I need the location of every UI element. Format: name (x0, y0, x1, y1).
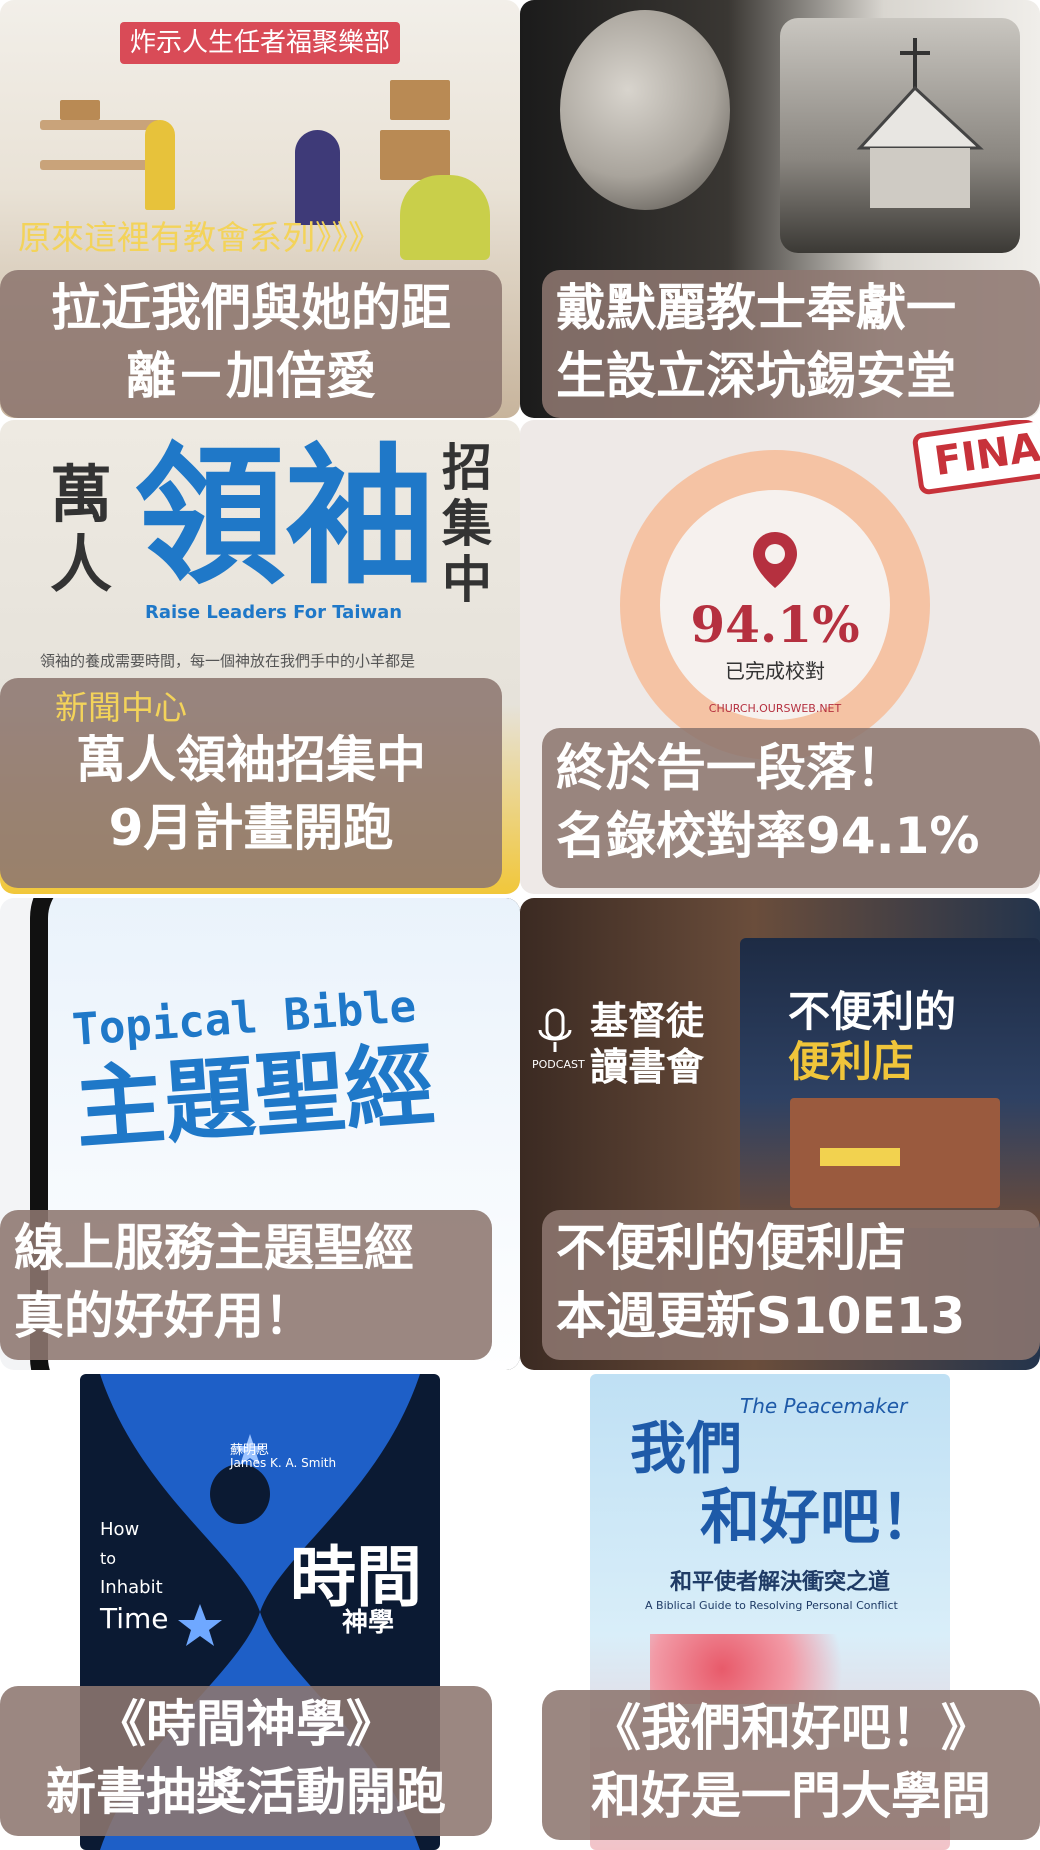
shelf (40, 160, 160, 170)
article-card-topical-bible[interactable]: Topical Bible 主題聖經 線上服務主題聖經 真的好好用！ (0, 898, 520, 1370)
book-subtitle: 和平使者解決衝突之道 (670, 1570, 891, 1595)
book-subtitle-en: A Biblical Guide to Resolving Personal C… (645, 1599, 898, 1612)
article-card-directory-progress[interactable]: 94.1% 已完成校對 CHURCH.OURSWEB.NET FINAL 終於告… (520, 420, 1040, 894)
poster-body-text: 領袖的養成需要時間，每一個神放在我們手中的小羊都是 (40, 652, 416, 670)
caption-line-2: 名錄校對率94.1% (556, 807, 980, 865)
book-cover: 不便利的 便利店 (740, 938, 1040, 1228)
book-en-title-1: How (100, 1519, 140, 1540)
book-en-title: The Peacemaker (740, 1394, 908, 1418)
portrait-photo (560, 10, 730, 210)
book-title-line-2: 和好吧！ (700, 1483, 940, 1553)
progress-value: 94.1% (690, 595, 860, 654)
caption-line-1: 萬人領袖招集中 (76, 731, 426, 789)
poster-word-right: 招集中 (442, 439, 492, 609)
book-en-title-4: Time (100, 1602, 169, 1635)
caption-line-2: 生設立深坑錫安堂 (556, 347, 956, 405)
caption-line-1: 戴默麗教士奉獻一 (556, 279, 956, 337)
category-tag: 新聞中心 (55, 688, 187, 727)
article-card-missionary[interactable]: 戴默麗教士奉獻一 生設立深坑錫安堂 (520, 0, 1040, 418)
podcast-title-line-2: 讀書會 (590, 1044, 705, 1089)
caption-line-2: 9月計畫開跑 (108, 799, 394, 857)
supply-box (380, 130, 450, 180)
article-caption: 戴默麗教士奉獻一 生設立深坑錫安堂 (542, 270, 1040, 418)
supply-box (390, 80, 450, 120)
supply-box (60, 100, 100, 120)
caption-line-2: 和好是一門大學問 (591, 1767, 991, 1825)
shelf (40, 120, 160, 130)
article-card-leaders[interactable]: 萬人 領袖 招集中 Raise Leaders For Taiwan 領袖的養成… (0, 420, 520, 894)
caption-line-1: 不便利的便利店 (556, 1219, 906, 1277)
poster-word-left: 萬人 (50, 458, 113, 601)
progress-label: 已完成校對 (725, 659, 825, 683)
site-url: CHURCH.OURSWEB.NET (708, 702, 842, 715)
caption-line-2: 真的好好用！ (14, 1287, 314, 1345)
caption-line-1: 拉近我們與她的距 (51, 279, 451, 337)
article-caption: 拉近我們與她的距 離－加倍愛 (0, 270, 502, 418)
book-author-en: James K. A. Smith (230, 1456, 337, 1470)
caption-line-1: 終於告一段落！ (556, 739, 906, 797)
church-photo (780, 18, 1020, 253)
article-grid: 炸示人生任者福聚樂部 原來這裡有教會系列》》》 拉近我們與她的距 離－加倍愛 戴… (0, 0, 1040, 1850)
store-sign (820, 1148, 900, 1166)
article-caption: 終於告一段落！ 名錄校對率94.1% (542, 728, 1040, 888)
podcast-label: PODCAST (532, 1058, 585, 1071)
microphone-icon (538, 1008, 572, 1052)
article-card-time-theology[interactable]: 蘇明思 James K. A. Smith How to Inhabit Tim… (0, 1374, 520, 1850)
volunteer-figure (400, 175, 490, 260)
article-card-food-bank[interactable]: 炸示人生任者福聚樂部 原來這裡有教會系列》》》 拉近我們與她的距 離－加倍愛 (0, 0, 520, 418)
hall-banner: 炸示人生任者福聚樂部 (120, 22, 401, 64)
article-caption: 《時間神學》 新書抽獎活動開跑 (0, 1686, 492, 1836)
volunteer-figure (145, 120, 175, 210)
article-caption: 不便利的便利店 本週更新S10E13 (542, 1210, 1040, 1360)
caption-line-1: 《時間神學》 (96, 1695, 396, 1753)
church-outline-icon (856, 38, 984, 208)
caption-line-1: 《我們和好吧！》 (591, 1699, 991, 1757)
poster-subtitle-en: Raise Leaders For Taiwan (145, 602, 403, 623)
volunteer-figure (295, 130, 340, 225)
location-pin-icon (753, 532, 797, 588)
caption-line-2: 新書抽獎活動開跑 (46, 1763, 446, 1821)
caption-line-1: 線上服務主題聖經 (14, 1219, 414, 1277)
article-caption: 線上服務主題聖經 真的好好用！ (0, 1210, 492, 1360)
caption-line-2: 本週更新S10E13 (556, 1287, 966, 1345)
article-card-peacemaker[interactable]: 我們 和好吧！ The Peacemaker 和平使者解決衝突之道 A Bibl… (520, 1374, 1040, 1850)
caption-line-2: 離－加倍愛 (126, 347, 376, 405)
article-card-podcast[interactable]: PODCAST 基督徒 讀書會 不便利的 便利店 不便利的便利店 本週更新S10… (520, 898, 1040, 1370)
poster-word-main: 領袖 (135, 431, 436, 605)
final-stamp: FINAL (911, 420, 1040, 496)
book-zh-subtitle: 神學 (342, 1608, 395, 1638)
article-caption: 《我們和好吧！》 和好是一門大學問 (542, 1690, 1040, 1840)
series-tag: 原來這裡有教會系列》》》 (18, 218, 381, 257)
book-title-line-2: 便利店 (788, 1037, 915, 1086)
book-en-title-3: Inhabit (100, 1577, 163, 1598)
podcast-title-line-1: 基督徒 (590, 998, 705, 1043)
book-en-title-2: to (100, 1549, 117, 1568)
